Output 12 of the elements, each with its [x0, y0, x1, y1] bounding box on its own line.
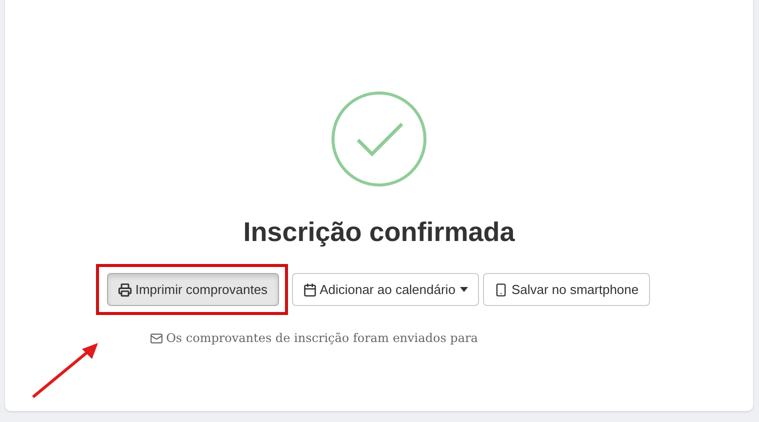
mail-icon — [150, 332, 164, 344]
action-button[interactable]: Salvar no smartphone — [483, 273, 650, 306]
arrow-icon — [30, 340, 100, 400]
notice-text: Os comprovantes de inscrição foram enviados para — [166, 330, 478, 347]
confirmation-title: Inscrição confirmada — [243, 216, 515, 249]
calendar-icon — [302, 282, 317, 296]
action-button[interactable]: Imprimir comprovantes — [107, 273, 279, 306]
smartphone-icon — [494, 282, 508, 296]
printer-icon — [118, 282, 132, 296]
checkmark-circle-icon — [330, 90, 428, 188]
caret-icon — [460, 287, 468, 292]
dropdown-button[interactable]: Adicionar ao calendário — [292, 273, 480, 306]
